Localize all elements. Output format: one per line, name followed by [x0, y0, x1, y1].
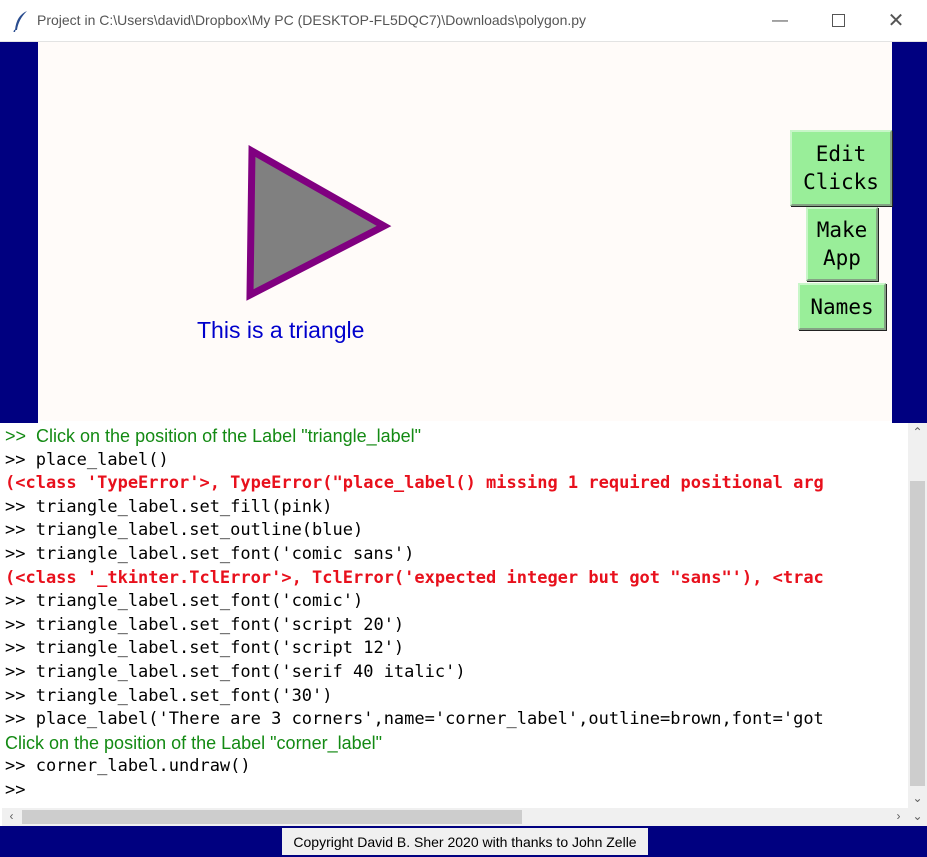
console-line: >> triangle_label.set_outline(blue) — [5, 520, 364, 541]
frame-left — [0, 42, 38, 423]
scroll-right-icon[interactable]: › — [891, 809, 906, 824]
console-line: >> triangle_label.set_font('serif 40 ita… — [5, 662, 466, 682]
scrollbar-corner: ⌄ — [908, 808, 927, 826]
console-line: >> triangle_label.set_fill(pink) — [5, 496, 333, 517]
window-title: Project in C:\Users\david\Dropbox\My PC … — [37, 12, 587, 28]
console-line: >> corner_label.undraw() — [5, 756, 251, 777]
console-line: >> triangle_label.set_font('30') — [5, 685, 333, 706]
names-button[interactable]: Names — [798, 283, 886, 330]
console-line: >> Click on the position of the Label "t… — [5, 426, 422, 446]
edit-clicks-button[interactable]: Edit Clicks — [790, 130, 892, 206]
close-icon: ✕ — [887, 10, 905, 32]
copyright-text: Copyright David B. Sher 2020 with thanks… — [282, 828, 648, 855]
triangle-label[interactable]: This is a triangle — [197, 317, 364, 344]
console-line: (<class 'TypeError'>, TypeError("place_l… — [5, 473, 824, 494]
maximize-button[interactable] — [809, 0, 867, 41]
scroll-down-corner-icon[interactable]: ⌄ — [910, 809, 925, 824]
make-app-button[interactable]: Make App — [806, 207, 878, 281]
minimize-button[interactable]: — — [751, 0, 809, 41]
scroll-left-icon[interactable]: ‹ — [4, 809, 19, 824]
console-line: >> place_label() — [5, 449, 169, 470]
scroll-down-icon[interactable]: ⌄ — [910, 791, 925, 806]
feather-icon — [13, 11, 27, 32]
console-line: >> triangle_label.set_font('script 20') — [5, 614, 405, 635]
minimize-icon: — — [772, 11, 788, 29]
scroll-up-icon[interactable]: ⌃ — [910, 425, 925, 440]
console-line: Click on the position of the Label "corn… — [5, 732, 383, 753]
console-line: >> — [5, 780, 26, 800]
console-line: (<class '_tkinter.TclError'>, TclError('… — [5, 567, 824, 588]
console-line: >> triangle_label.set_font('comic') — [5, 591, 364, 612]
horizontal-scrollbar[interactable]: ‹ › — [2, 808, 908, 826]
title-bar: Project in C:\Users\david\Dropbox\My PC … — [0, 0, 927, 42]
vertical-scrollbar[interactable]: ⌃ ⌄ — [908, 423, 927, 808]
console-line: >> triangle_label.set_font('comic sans') — [5, 544, 415, 564]
drawing-canvas[interactable] — [38, 42, 788, 421]
console-output[interactable]: >> Click on the position of the Label "t… — [2, 423, 908, 808]
vertical-scroll-thumb[interactable] — [910, 481, 925, 786]
console-line: >> triangle_label.set_font('script 12') — [5, 638, 405, 659]
horizontal-scroll-thumb[interactable] — [22, 810, 522, 824]
frame-right — [892, 42, 927, 423]
console-line: >> place_label('There are 3 corners',nam… — [5, 709, 824, 730]
triangle-shape[interactable] — [38, 42, 788, 421]
maximize-icon — [831, 14, 845, 27]
close-button[interactable]: ✕ — [867, 0, 925, 41]
